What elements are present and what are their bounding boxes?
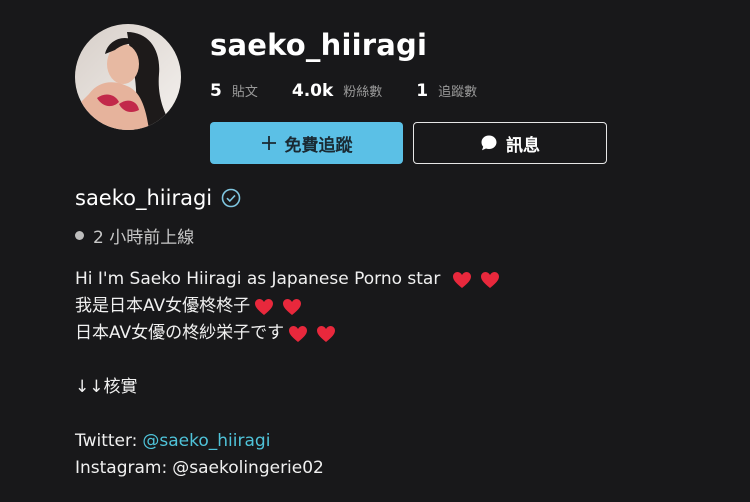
follow-button[interactable]: 免費追蹤: [210, 122, 403, 164]
bio-twitter-line: Twitter: @saeko_hiiragi: [75, 428, 500, 455]
message-button[interactable]: 訊息: [413, 122, 607, 164]
stat-followers-value: 4.0k: [291, 81, 334, 101]
online-status-text: 2 小時前上線: [93, 228, 195, 248]
profile-bio: Hi I'm Saeko Hiiragi as Japanese Porno s…: [75, 266, 500, 482]
stat-posts-value: 5: [210, 81, 222, 101]
heart-icon: [288, 325, 308, 343]
online-status: 2 小時前上線: [75, 223, 194, 248]
stat-followers[interactable]: 4.0k 粉絲數: [292, 81, 382, 101]
heart-icon: [480, 271, 500, 289]
display-name: saeko_hiiragi: [75, 186, 213, 210]
stat-followers-label: 粉絲數: [343, 85, 383, 100]
bio-instagram-line: Instagram: @saekolingerie02: [75, 455, 500, 482]
profile-username: saeko_hiiragi: [210, 28, 428, 62]
bio-spacer: [75, 347, 500, 374]
bio-line: ↓↓核實: [75, 374, 500, 401]
avatar[interactable]: [75, 24, 181, 130]
verified-check-icon: [221, 188, 241, 208]
instagram-label: Instagram:: [75, 458, 168, 478]
bio-spacer: [75, 401, 500, 428]
bio-line-text: ↓↓核實: [75, 377, 138, 397]
stat-following-label: 追蹤數: [438, 85, 478, 100]
heart-icon: [282, 298, 302, 316]
twitter-handle-link[interactable]: @saeko_hiiragi: [142, 428, 270, 455]
follow-button-label: 免費追蹤: [284, 135, 353, 156]
message-button-label: 訊息: [506, 135, 540, 156]
bio-line-text: 日本AV女優の柊紗栄子です: [75, 323, 285, 343]
online-dot: [75, 231, 84, 240]
instagram-handle: @saekolingerie02: [172, 458, 324, 478]
chat-bubble-icon: [480, 134, 498, 152]
twitter-label: Twitter:: [75, 431, 138, 451]
stat-posts[interactable]: 5 貼文: [210, 81, 258, 101]
stat-following-value: 1: [416, 81, 429, 101]
stat-following[interactable]: 1 追蹤數: [416, 81, 477, 101]
heart-icon: [316, 325, 336, 343]
bio-line: 我是日本AV女優柊柊子: [75, 293, 500, 320]
profile-stats: 5 貼文 4.0k 粉絲數 1 追蹤數: [210, 81, 511, 101]
bio-line: 日本AV女優の柊紗栄子です: [75, 320, 500, 347]
profile-page: saeko_hiiragi 5 貼文 4.0k 粉絲數 1 追蹤數 免費追蹤 訊…: [0, 0, 750, 502]
bio-line-text: Hi I'm Saeko Hiiragi as Japanese Porno s…: [75, 269, 441, 289]
heart-icon: [254, 298, 274, 316]
display-name-row: saeko_hiiragi: [75, 186, 241, 210]
heart-icon: [452, 271, 472, 289]
bio-line-text: 我是日本AV女優柊柊子: [75, 296, 251, 316]
plus-icon: [261, 135, 277, 151]
bio-line: Hi I'm Saeko Hiiragi as Japanese Porno s…: [75, 266, 500, 293]
stat-posts-label: 貼文: [231, 85, 258, 100]
